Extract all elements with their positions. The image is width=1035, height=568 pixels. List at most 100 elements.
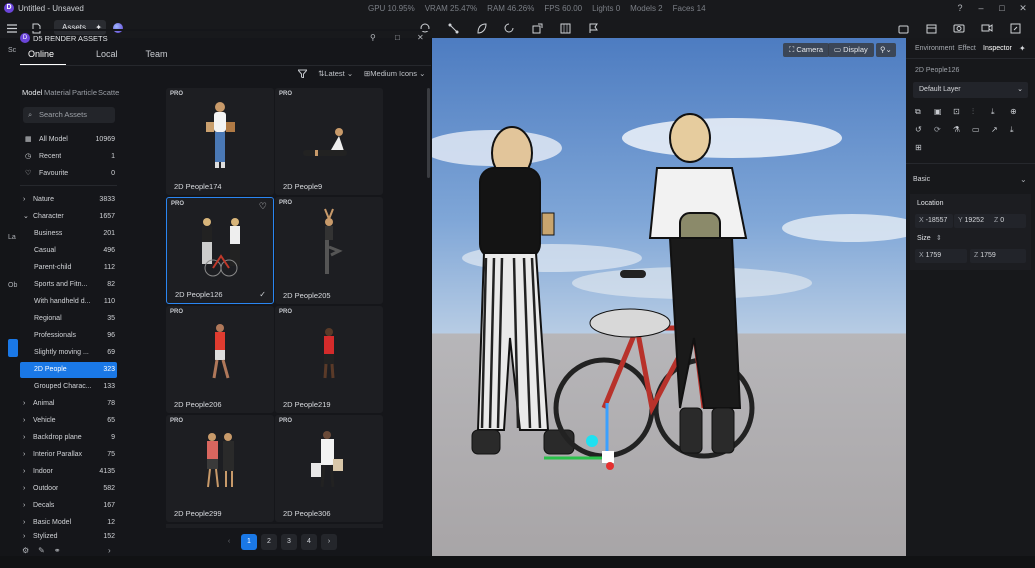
pin-icon[interactable]: ⚲: [370, 33, 376, 42]
location-y-field[interactable]: Y 19252: [954, 214, 992, 228]
cat-tab-material[interactable]: Material: [44, 88, 71, 97]
layer-select[interactable]: Default Layer ⌄: [913, 82, 1028, 98]
category-nature[interactable]: › Nature 3833: [20, 192, 117, 208]
size-x-field[interactable]: X 1759: [915, 249, 967, 263]
location-x-field[interactable]: X -18557: [915, 214, 953, 228]
view-mode-dropdown[interactable]: ⊞Medium Icons ⌄: [364, 69, 425, 78]
camera-capture-icon[interactable]: [951, 20, 967, 36]
subcategory-business[interactable]: Business 201: [20, 226, 117, 242]
asset-card[interactable]: PRO 2D People219: [275, 306, 383, 413]
asset-card[interactable]: PRO 2D People205: [275, 197, 383, 304]
folder-icon[interactable]: ▭: [972, 125, 991, 135]
collapse-arrow-icon[interactable]: ›: [108, 546, 111, 555]
render-queue-icon[interactable]: [923, 20, 939, 36]
display-button[interactable]: ▭ Display: [828, 43, 874, 57]
reset-icon[interactable]: ↺: [915, 125, 934, 135]
tab-local[interactable]: Local: [88, 46, 130, 66]
ai-star-icon[interactable]: ✦: [1019, 44, 1026, 53]
selected-object-marker[interactable]: [8, 339, 18, 357]
scene-tab-label[interactable]: Sc: [8, 47, 16, 54]
camera-button[interactable]: ⛶ Camera: [783, 43, 830, 57]
asset-card[interactable]: PRO 2D People306: [275, 415, 383, 522]
video-icon[interactable]: [979, 20, 995, 36]
asset-card[interactable]: PRO 2D People299: [166, 415, 274, 522]
asset-card[interactable]: PRO 2D People9: [275, 88, 383, 195]
menu-icon[interactable]: [4, 20, 20, 36]
size-lock-icon[interactable]: ⇕: [936, 234, 942, 242]
page-3-button[interactable]: 3: [281, 534, 297, 550]
layer-tab-label[interactable]: La: [8, 234, 16, 241]
subcategory-parent-child[interactable]: Parent-child 112: [20, 260, 117, 276]
minimize-button[interactable]: –: [974, 2, 988, 15]
scene-icon[interactable]: [895, 20, 911, 36]
category-decals[interactable]: › Decals 167: [20, 498, 117, 514]
subcategory-casual[interactable]: Casual 496: [20, 243, 117, 259]
drop-icon[interactable]: ⤓: [991, 107, 1010, 117]
category-outdoor[interactable]: › Outdoor 582: [20, 481, 117, 497]
subcategory-regional[interactable]: Regional 35: [20, 311, 117, 327]
page-4-button[interactable]: 4: [301, 534, 317, 550]
save-icon[interactable]: ⤓: [1010, 125, 1029, 135]
leaf-tool-icon[interactable]: [473, 20, 489, 36]
transform-tool-icon[interactable]: [529, 20, 545, 36]
focus-icon[interactable]: ⊡: [953, 107, 972, 117]
subcategory-handheld[interactable]: With handheld d... 110: [20, 294, 117, 310]
search-assets-input[interactable]: ⌕ Search Assets: [23, 107, 115, 123]
favourite-heart-icon[interactable]: ♡: [259, 201, 267, 212]
material-icon[interactable]: ⚗: [953, 125, 972, 135]
maximize-button[interactable]: □: [995, 2, 1009, 15]
subcategory-slightly-moving[interactable]: Slightly moving ... 69: [20, 345, 117, 361]
category-interior-parallax[interactable]: › Interior Parallax 75: [20, 447, 117, 463]
panel-close-icon[interactable]: ✕: [417, 33, 424, 42]
tab-team[interactable]: Team: [138, 46, 180, 66]
tab-environment[interactable]: Environment: [915, 45, 954, 52]
category-vehicle[interactable]: › Vehicle 65: [20, 413, 117, 429]
next-page-button[interactable]: ›: [321, 534, 337, 550]
tool-settings-icon[interactable]: ⚙: [22, 546, 29, 555]
tool-pen-icon[interactable]: ✎: [38, 546, 45, 555]
panel-maximize-icon[interactable]: □: [395, 33, 400, 42]
subcategory-sports[interactable]: Sports and Fitn... 82: [20, 277, 117, 293]
group-icon[interactable]: ▣: [934, 107, 953, 117]
tab-effect[interactable]: Effect: [958, 45, 976, 52]
object-tab-label[interactable]: Ob: [8, 282, 17, 289]
asset-card[interactable]: PRO 2D People206: [166, 306, 274, 413]
sort-dropdown[interactable]: ⇅Latest ⌄: [318, 69, 353, 78]
cat-tab-model[interactable]: Model: [22, 88, 42, 97]
category-character[interactable]: ⌄ Character 1657: [20, 209, 117, 225]
all-model-item[interactable]: ▦ All Model 10969: [20, 132, 117, 148]
sync-icon[interactable]: ⟳: [934, 125, 953, 135]
filter-icon[interactable]: [296, 69, 309, 80]
recent-item[interactable]: ◷ Recent 1: [20, 149, 117, 165]
align-icon[interactable]: ⫶: [972, 107, 991, 117]
help-icon[interactable]: ?: [953, 2, 967, 15]
page-2-button[interactable]: 2: [261, 534, 277, 550]
measure-tool-icon[interactable]: [445, 20, 461, 36]
category-indoor[interactable]: › Indoor 4135: [20, 464, 117, 480]
subcategory-professionals[interactable]: Professionals 96: [20, 328, 117, 344]
share-icon[interactable]: ↗: [991, 125, 1010, 135]
category-animal[interactable]: › Animal 78: [20, 396, 117, 412]
tab-online[interactable]: Online: [20, 46, 67, 66]
rotate-tool-icon[interactable]: [501, 20, 517, 36]
subcategory-grouped[interactable]: Grouped Charac... 133: [20, 379, 117, 395]
tool-link-icon[interactable]: ⚭: [54, 546, 61, 555]
3d-viewport[interactable]: ⛶ Camera ▭ Display ⚲⌄: [432, 38, 906, 556]
grid-icon[interactable]: ⊞: [915, 143, 934, 152]
subcategory-2d-people[interactable]: 2D People 323: [20, 362, 117, 378]
page-1-button[interactable]: 1: [241, 534, 257, 550]
size-z-field[interactable]: Z 1759: [970, 249, 1026, 263]
asset-card[interactable]: PRO 2D People174: [166, 88, 274, 195]
category-backdrop-plane[interactable]: › Backdrop plane 9: [20, 430, 117, 446]
favourite-item[interactable]: ♡ Favourite 0: [20, 166, 117, 182]
cat-tab-particle[interactable]: Particle: [72, 88, 97, 97]
grid-scrollbar[interactable]: [427, 88, 430, 178]
duplicate-icon[interactable]: ⊕: [1010, 107, 1029, 117]
location-z-field[interactable]: Z 0: [990, 214, 1026, 228]
grid-snap-icon[interactable]: [557, 20, 573, 36]
chevron-down-icon[interactable]: ⌄: [1020, 175, 1027, 184]
close-window-button[interactable]: ✕: [1016, 2, 1030, 15]
tab-inspector[interactable]: Inspector: [983, 45, 1012, 52]
cat-tab-scatter[interactable]: Scatte: [98, 88, 119, 97]
category-basic-model[interactable]: › Basic Model 12: [20, 515, 117, 531]
